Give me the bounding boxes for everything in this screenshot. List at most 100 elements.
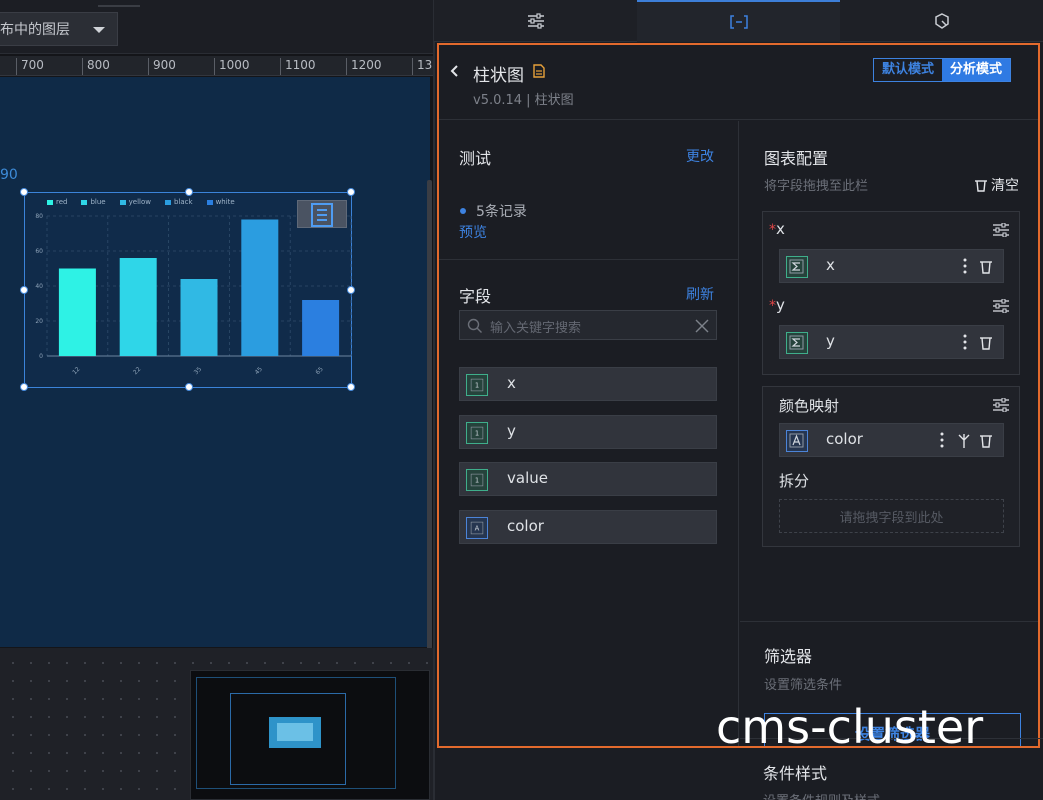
xy-config-group: *x x *y y bbox=[762, 211, 1020, 375]
resize-handle-bottom-left[interactable] bbox=[20, 383, 28, 391]
chart-config-column: 图表配置 将字段拖拽至此栏 清空 * x x *y y 颜色映射 color 拆分… bbox=[740, 121, 1038, 746]
more-vertical-icon[interactable] bbox=[963, 334, 967, 350]
field-item-y[interactable]: 1 y bbox=[459, 415, 717, 449]
resize-handle-bottom[interactable] bbox=[185, 383, 193, 391]
legend-label: white bbox=[215, 198, 235, 206]
minimap[interactable] bbox=[190, 670, 430, 800]
trash-icon[interactable] bbox=[979, 335, 993, 350]
trash-icon[interactable] bbox=[979, 259, 993, 274]
preview-link[interactable]: 预览 bbox=[459, 222, 487, 242]
tab-data[interactable] bbox=[637, 0, 840, 42]
tab-style[interactable] bbox=[434, 0, 637, 42]
fork-icon[interactable] bbox=[957, 433, 971, 448]
resize-handle-left[interactable] bbox=[20, 286, 28, 294]
resize-handle-top-right[interactable] bbox=[347, 188, 355, 196]
bar bbox=[241, 219, 279, 356]
legend-item: blue bbox=[81, 198, 106, 206]
sliders-icon[interactable] bbox=[993, 299, 1009, 313]
panel-tabs bbox=[434, 0, 1043, 42]
bar-chart-widget[interactable]: 0 20 40 60 80 12 22 35 45 65 red blue yellow black wh… bbox=[20, 188, 355, 391]
legend-swatch bbox=[206, 199, 213, 205]
sliders-icon[interactable] bbox=[993, 398, 1009, 412]
sum-icon bbox=[786, 332, 808, 354]
field-name: color bbox=[507, 517, 544, 535]
number-field-icon: 1 bbox=[466, 469, 488, 491]
x-tick-label: 65 bbox=[314, 366, 324, 376]
field-item-color[interactable]: A color bbox=[459, 510, 717, 544]
sliders-icon[interactable] bbox=[993, 223, 1009, 237]
field-item-x[interactable]: 1 x bbox=[459, 367, 717, 401]
field-item-value[interactable]: 1 value bbox=[459, 462, 717, 496]
ruler-tick-line bbox=[148, 58, 149, 75]
layer-select-label: 布中的图层 bbox=[0, 22, 70, 38]
fields-section-title: 字段 bbox=[459, 287, 492, 306]
number-field-icon: 1 bbox=[466, 422, 488, 444]
ruler-tick-line bbox=[412, 58, 413, 75]
slot-field-name: x bbox=[826, 256, 835, 274]
layer-select[interactable]: 布中的图层 bbox=[0, 12, 118, 46]
panel-divider bbox=[433, 0, 435, 800]
bar bbox=[302, 300, 340, 356]
change-link[interactable]: 更改 bbox=[686, 146, 714, 166]
resize-handle-bottom-right[interactable] bbox=[347, 383, 355, 391]
close-icon[interactable] bbox=[694, 318, 710, 334]
y-tick-label: 20 bbox=[35, 318, 43, 325]
chart-config-hint: 将字段拖拽至此栏 bbox=[764, 179, 869, 194]
clear-button[interactable]: 清空 bbox=[974, 175, 1019, 195]
mode-default-button[interactable]: 默认模式 bbox=[874, 59, 942, 81]
tab-interaction[interactable] bbox=[840, 0, 1043, 42]
bar bbox=[119, 258, 157, 356]
document-icon[interactable] bbox=[533, 64, 545, 78]
mode-analysis-button[interactable]: 分析模式 bbox=[942, 59, 1011, 81]
more-vertical-icon[interactable] bbox=[963, 258, 967, 274]
slot-field-name: y bbox=[826, 332, 835, 350]
ruler-tick-line bbox=[346, 58, 347, 75]
sliders-icon bbox=[527, 13, 544, 29]
section-divider bbox=[439, 259, 739, 260]
y-tick-label: 40 bbox=[35, 283, 43, 290]
resize-handle-top[interactable] bbox=[185, 188, 193, 196]
x-field-slot[interactable]: x bbox=[779, 249, 1004, 283]
resize-handle-right[interactable] bbox=[347, 286, 355, 294]
legend-swatch bbox=[47, 199, 53, 205]
test-section-title: 测试 bbox=[459, 149, 492, 168]
ruler-tick-label: 1100 bbox=[285, 58, 316, 72]
record-status-dot bbox=[460, 208, 466, 214]
section-divider bbox=[740, 621, 1038, 622]
x-tick-label: 45 bbox=[254, 366, 264, 376]
more-vertical-icon[interactable] bbox=[940, 432, 944, 448]
canvas-area: 布中的图层 700 800 900 1000 1100 1200 130 90 0 20 40 6… bbox=[0, 0, 434, 800]
required-mark: * bbox=[769, 298, 776, 314]
split-dropzone[interactable]: 请拖拽字段到此处 bbox=[779, 499, 1004, 533]
app-root: 布中的图层 700 800 900 1000 1100 1200 130 90 0 20 40 6… bbox=[0, 0, 1043, 800]
ruler-tick-label: 1200 bbox=[351, 58, 382, 72]
ruler-tick-label: 900 bbox=[153, 58, 176, 72]
color-field-slot[interactable]: color bbox=[779, 423, 1004, 457]
resize-handle-top-left[interactable] bbox=[20, 188, 28, 196]
bar bbox=[58, 268, 96, 356]
trash-icon[interactable] bbox=[979, 433, 993, 448]
chart-legend: red blue yellow black white bbox=[47, 198, 235, 206]
ruler-tick-label: 800 bbox=[87, 58, 110, 72]
slot-field-name: color bbox=[826, 430, 863, 448]
field-search-input[interactable]: 输入关键字搜索 bbox=[459, 310, 717, 340]
search-placeholder: 输入关键字搜索 bbox=[490, 321, 582, 336]
legend-swatch bbox=[119, 199, 126, 205]
layer-toolbar: 布中的图层 bbox=[0, 0, 434, 54]
trash-icon bbox=[975, 180, 987, 192]
bar bbox=[180, 279, 218, 356]
back-arrow-icon[interactable] bbox=[449, 65, 461, 77]
chart-config-title: 图表配置 bbox=[764, 149, 829, 168]
y-field-slot[interactable]: y bbox=[779, 325, 1004, 359]
chart-version: v5.0.14 | 柱状图 bbox=[473, 93, 574, 108]
legend-item: black bbox=[164, 198, 193, 206]
bracket-field-icon bbox=[729, 15, 748, 29]
data-source-column: 测试 更改 5条记录 预览 字段 刷新 输入关键字搜索 1 x 1 y 1 va… bbox=[439, 121, 739, 746]
refresh-link[interactable]: 刷新 bbox=[686, 284, 714, 304]
filter-section-hint: 设置筛选条件 bbox=[764, 678, 843, 693]
canvas-vertical-scrollbar[interactable] bbox=[427, 180, 432, 650]
legend-swatch bbox=[164, 199, 171, 205]
coordinate-label: 90 bbox=[0, 167, 18, 183]
condition-section-title: 条件样式 bbox=[763, 764, 828, 783]
filter-section-title: 筛选器 bbox=[764, 647, 813, 666]
